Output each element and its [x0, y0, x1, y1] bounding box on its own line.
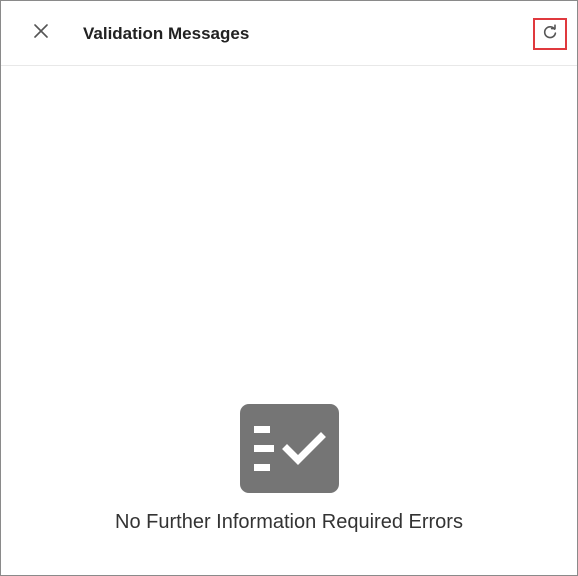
close-button[interactable] — [29, 21, 53, 45]
close-icon — [34, 23, 48, 43]
refresh-button[interactable] — [533, 18, 567, 50]
validation-messages-panel: Validation Messages No Further Informati… — [0, 0, 578, 576]
refresh-icon — [542, 23, 558, 45]
empty-state-message: No Further Information Required Errors — [115, 511, 463, 533]
panel-title: Validation Messages — [83, 24, 250, 43]
checklist-icon — [239, 404, 339, 493]
empty-state: No Further Information Required Errors — [1, 404, 577, 534]
panel-header: Validation Messages — [1, 1, 577, 66]
